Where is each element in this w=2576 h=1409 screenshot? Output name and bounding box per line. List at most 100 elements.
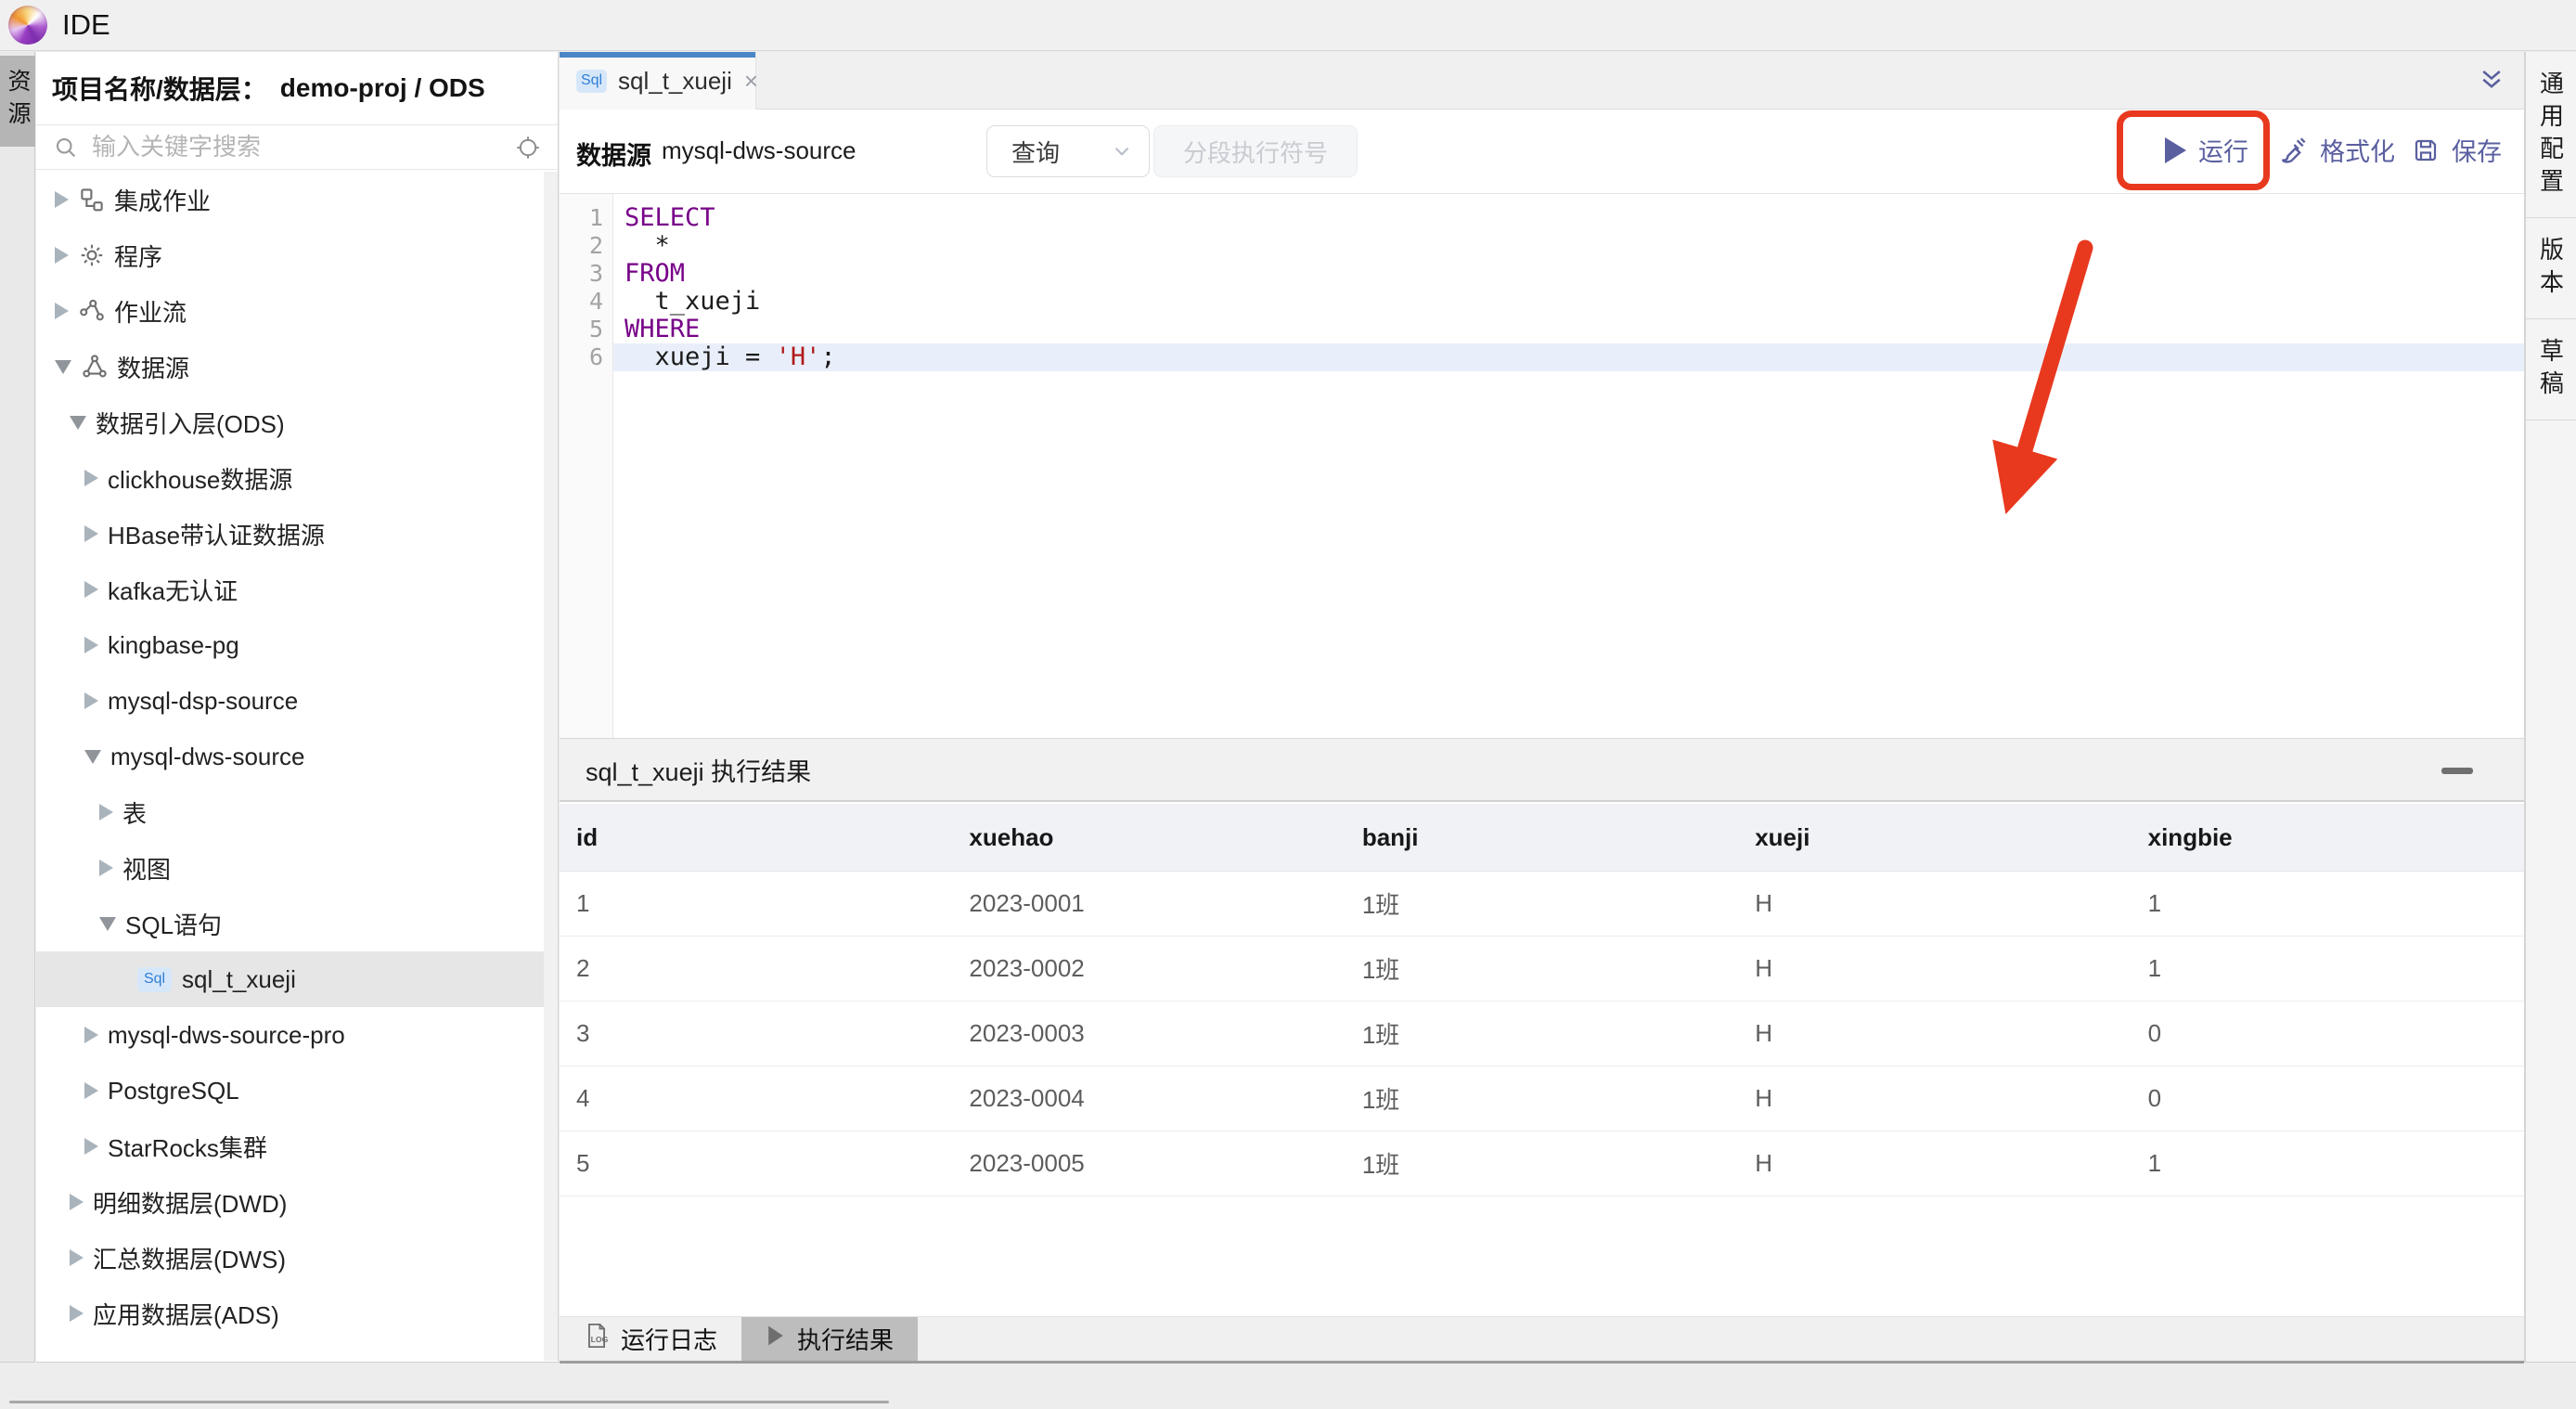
tree-item[interactable]: 表 bbox=[36, 784, 558, 840]
tree-item-label: SQL语句 bbox=[125, 907, 222, 941]
tree-item[interactable]: mysql-dsp-source bbox=[36, 673, 558, 729]
caret-collapsed-icon bbox=[84, 1138, 98, 1155]
workflow-icon bbox=[78, 297, 106, 325]
code-token-string: 'H' bbox=[776, 343, 821, 371]
right-rail-item-2[interactable]: 草稿 bbox=[2526, 319, 2576, 420]
tree-item[interactable]: StarRocks集群 bbox=[36, 1118, 558, 1174]
code-line: SELECT bbox=[613, 204, 2524, 232]
save-floppy-icon bbox=[2412, 136, 2440, 164]
caret-expanded-icon bbox=[70, 416, 86, 430]
caret-expanded-icon bbox=[99, 917, 116, 931]
results-header: sql_t_xueji 执行结果 bbox=[560, 738, 2524, 802]
tree-item[interactable]: mysql-dws-source-pro bbox=[36, 1007, 558, 1063]
query-mode-select[interactable]: 查询 bbox=[986, 125, 1150, 177]
play-icon bbox=[766, 1324, 786, 1354]
tree-item[interactable]: HBase带认证数据源 bbox=[36, 506, 558, 562]
caret-collapsed-icon bbox=[70, 1305, 84, 1322]
tree-item-label: 视图 bbox=[122, 851, 171, 885]
bottom-tab-label: 运行日志 bbox=[621, 1322, 717, 1356]
code-line: * bbox=[613, 232, 2524, 260]
tree-item[interactable]: mysql-dws-source bbox=[36, 729, 558, 784]
rail-tab-resources[interactable]: 资源 bbox=[0, 56, 35, 147]
sql-editor[interactable]: 123456 SELECT *FROM t_xuejiWHERE xueji =… bbox=[560, 194, 2524, 738]
search-input[interactable] bbox=[90, 132, 515, 162]
line-number: 4 bbox=[560, 288, 612, 316]
table-row[interactable]: 12023-00011班H1 bbox=[560, 872, 2524, 937]
table-row[interactable]: 52023-00051班H1 bbox=[560, 1131, 2524, 1196]
tree-item[interactable]: SQL语句 bbox=[36, 896, 558, 951]
table-cell: 1班 bbox=[1346, 872, 1738, 936]
sidebar-scrollbar[interactable] bbox=[544, 172, 558, 1361]
run-button[interactable]: 运行 bbox=[2165, 132, 2248, 168]
line-number: 1 bbox=[560, 204, 612, 232]
tree-item[interactable]: 视图 bbox=[36, 840, 558, 896]
editor-tabbar: Sql sql_t_xueji × bbox=[560, 52, 2524, 110]
right-rail-item-label: 通用配置 bbox=[2534, 71, 2569, 200]
log-file-icon: LOG bbox=[584, 1322, 610, 1356]
table-row[interactable]: 22023-00021班H1 bbox=[560, 937, 2524, 1002]
table-cell: 1 bbox=[2132, 937, 2524, 1001]
caret-collapsed-icon bbox=[84, 581, 98, 598]
run-play-icon bbox=[2165, 137, 2186, 163]
caret-collapsed-icon bbox=[70, 1249, 84, 1266]
tree-item[interactable]: 数据源 bbox=[36, 339, 558, 394]
table-row[interactable]: 32023-00031班H0 bbox=[560, 1002, 2524, 1066]
caret-collapsed-icon bbox=[99, 804, 113, 821]
search-bar bbox=[36, 125, 558, 170]
code-token-plain: xueji = bbox=[625, 343, 776, 371]
editor-tab-label: sql_t_xueji bbox=[618, 67, 732, 96]
tree-item-label: kafka无认证 bbox=[108, 573, 238, 607]
top-bar: IDE bbox=[0, 0, 2576, 51]
column-header: banji bbox=[1346, 804, 1738, 871]
code-token-plain: t_xueji bbox=[625, 287, 760, 316]
bottom-tab-log[interactable]: LOG 运行日志 bbox=[560, 1317, 741, 1361]
table-cell: 3 bbox=[560, 1002, 952, 1066]
format-button[interactable]: 格式化 bbox=[2278, 132, 2395, 168]
tree-item[interactable]: PostgreSQL bbox=[36, 1063, 558, 1118]
code-token-keyword: SELECT bbox=[625, 203, 715, 232]
locate-icon[interactable] bbox=[515, 135, 541, 161]
tree-item-label: mysql-dsp-source bbox=[108, 687, 298, 716]
tree-item[interactable]: 程序 bbox=[36, 227, 558, 283]
editor-tab-sql-t-xueji[interactable]: Sql sql_t_xueji × bbox=[560, 52, 756, 110]
table-cell: H bbox=[1738, 937, 2131, 1001]
format-brush-icon bbox=[2278, 136, 2308, 165]
table-cell: 2023-0003 bbox=[952, 1002, 1345, 1066]
caret-collapsed-icon bbox=[99, 860, 113, 876]
minimize-results-icon[interactable] bbox=[2441, 768, 2473, 774]
editor-code[interactable]: SELECT *FROM t_xuejiWHERE xueji = 'H'; bbox=[613, 194, 2524, 738]
tab-close-icon[interactable]: × bbox=[744, 69, 758, 93]
project-header-label: 项目名称/数据层： bbox=[52, 70, 267, 107]
tree-item[interactable]: 数据引入层(ODS) bbox=[36, 394, 558, 450]
table-cell: 0 bbox=[2132, 1002, 2524, 1066]
tree-item[interactable]: kafka无认证 bbox=[36, 562, 558, 617]
save-button[interactable]: 保存 bbox=[2412, 132, 2502, 168]
tree-item-label: mysql-dws-source-pro bbox=[108, 1021, 345, 1050]
tree-item[interactable]: 汇总数据层(DWS) bbox=[36, 1230, 558, 1286]
table-row[interactable]: 42023-00041班H0 bbox=[560, 1066, 2524, 1131]
table-cell: H bbox=[1738, 1131, 2131, 1196]
tree-item[interactable]: 明细数据层(DWD) bbox=[36, 1174, 558, 1230]
tree-item[interactable]: 应用数据层(ADS) bbox=[36, 1286, 558, 1341]
table-cell: 1 bbox=[560, 872, 952, 936]
tree-item[interactable]: kingbase-pg bbox=[36, 617, 558, 673]
tree-item-label: 集成作业 bbox=[114, 183, 211, 217]
right-rail: 通用配置版本草稿 bbox=[2525, 52, 2576, 1363]
table-cell: 2023-0004 bbox=[952, 1066, 1345, 1131]
tree-item[interactable]: clickhouse数据源 bbox=[36, 450, 558, 506]
bottom-tab-results[interactable]: 执行结果 bbox=[741, 1317, 918, 1361]
tree-item[interactable]: 作业流 bbox=[36, 283, 558, 339]
results-table-body: 12023-00011班H122023-00021班H132023-00031班… bbox=[560, 872, 2524, 1196]
tree-item[interactable]: Sqlsql_t_xueji bbox=[36, 951, 558, 1007]
main-panel: Sql sql_t_xueji × 数据源 mysql-dws-source 查… bbox=[560, 52, 2525, 1363]
window-bottom-edge bbox=[9, 1401, 889, 1403]
right-rail-item-1[interactable]: 版本 bbox=[2526, 218, 2576, 319]
tree-item[interactable]: 集成作业 bbox=[36, 172, 558, 227]
right-rail-item-label: 草稿 bbox=[2534, 338, 2569, 403]
collapse-panel-button[interactable] bbox=[2478, 67, 2505, 99]
right-rail-item-0[interactable]: 通用配置 bbox=[2526, 52, 2576, 218]
tree-item-label: 应用数据层(ADS) bbox=[93, 1297, 279, 1331]
tree-item-label: 作业流 bbox=[114, 294, 187, 329]
caret-collapsed-icon bbox=[55, 303, 69, 319]
table-cell: 1班 bbox=[1346, 1002, 1738, 1066]
